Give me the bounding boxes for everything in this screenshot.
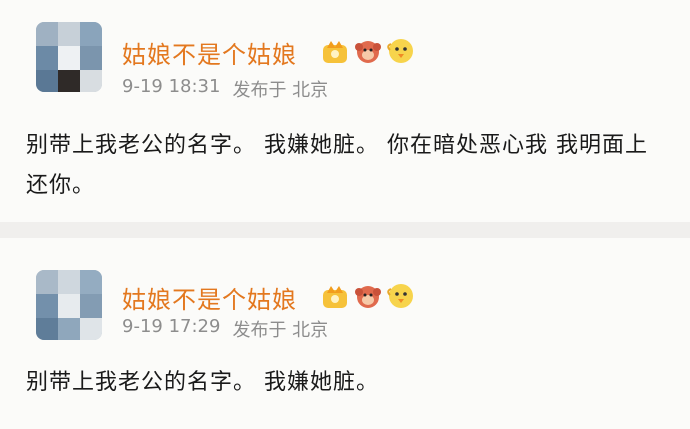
avatar[interactable] <box>36 270 102 340</box>
post-text: 别带上我老公的名字。 我嫌她脏。 <box>26 370 379 395</box>
monkey-badge-icon[interactable] <box>353 281 383 311</box>
avatar[interactable] <box>36 22 102 92</box>
chick-badge-icon[interactable] <box>386 281 416 311</box>
user-badges <box>320 36 416 66</box>
post-time[interactable]: 9-19 18:31 <box>122 76 220 102</box>
weibo-post: 姑娘不是个姑娘 9-19 17:29 发布于 北京 别带上我老公的名字。 我嫌她… <box>0 238 690 429</box>
username[interactable]: 姑娘不是个姑娘 <box>122 280 297 315</box>
user-badges <box>320 281 416 311</box>
post-meta: 9-19 17:29 发布于 北京 <box>122 316 328 342</box>
crown-badge-icon[interactable] <box>320 36 350 66</box>
post-meta: 9-19 18:31 发布于 北京 <box>122 76 328 102</box>
post-location: 发布于 北京 <box>232 320 329 341</box>
post-location: 发布于 北京 <box>232 80 329 101</box>
post-time[interactable]: 9-19 17:29 <box>122 316 220 342</box>
post-text: 别带上我老公的名字。 我嫌她脏。 你在暗处恶心我 我明面上还你。 <box>26 133 648 198</box>
crown-badge-icon[interactable] <box>320 281 350 311</box>
weibo-post: 姑娘不是个姑娘 9-19 18:31 发布于 北京 别带上我老公的名字。 我嫌她… <box>0 0 690 222</box>
username[interactable]: 姑娘不是个姑娘 <box>122 35 297 70</box>
monkey-badge-icon[interactable] <box>353 36 383 66</box>
chick-badge-icon[interactable] <box>386 36 416 66</box>
